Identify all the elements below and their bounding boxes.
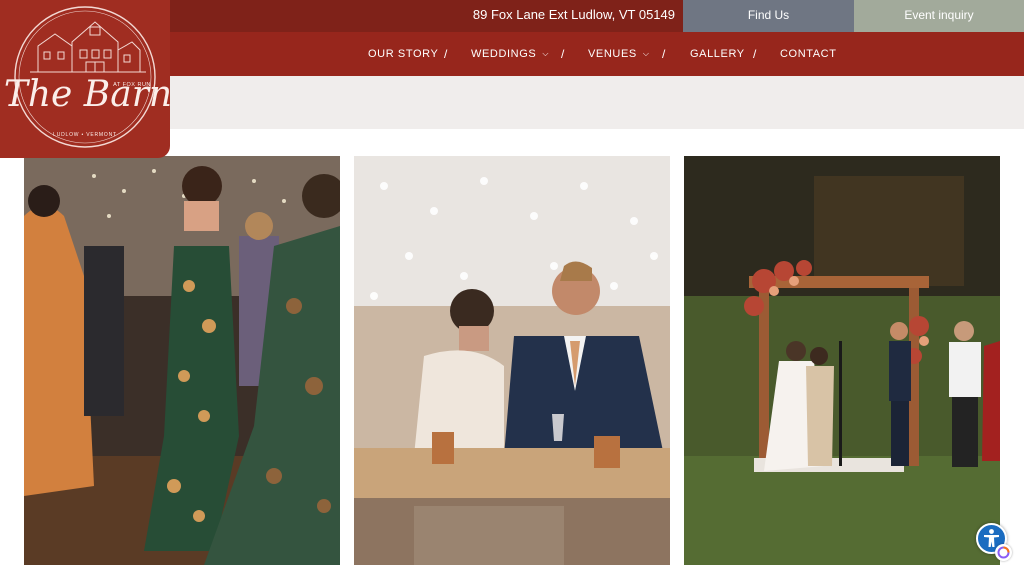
gallery-photo[interactable] (684, 156, 1000, 565)
chat-icon (997, 546, 1010, 559)
chevron-down-icon: ⌵ (642, 49, 650, 58)
nav-venues[interactable]: VENUES ⌵ (588, 32, 650, 76)
barn-logo-icon: The Barn AT FOX RUN LUDLOW • VERMONT (4, 6, 172, 148)
nav-venues-label: VENUES (588, 48, 637, 60)
event-inquiry-button[interactable]: Event inquiry (854, 0, 1024, 32)
gallery-photo[interactable] (24, 156, 340, 565)
address-text: 89 Fox Lane Ext Ludlow, VT 05149 (472, 7, 675, 22)
nav-gallery[interactable]: GALLERY (690, 32, 745, 76)
nav-separator: / (444, 47, 448, 61)
logo-location: LUDLOW • VERMONT (53, 132, 117, 138)
nav-weddings-label: WEDDINGS (471, 48, 537, 60)
photo-dancing-guests (24, 156, 340, 565)
chevron-down-icon: ⌵ (542, 49, 549, 58)
nav-contact[interactable]: CONTACT (780, 32, 837, 76)
photo-outdoor-ceremony (684, 156, 1000, 565)
nav-contact-label: CONTACT (780, 48, 837, 60)
nav-gallery-label: GALLERY (690, 48, 745, 60)
gallery-photo[interactable] (354, 156, 670, 565)
photo-couple-toast (354, 156, 670, 565)
nav-our-story-label: OUR STORY (368, 48, 439, 60)
widget-badge (995, 544, 1012, 561)
nav-our-story[interactable]: OUR STORY (368, 32, 438, 76)
nav-separator: / (561, 47, 565, 61)
nav-separator: / (753, 47, 757, 61)
logo-tagline: AT FOX RUN (113, 82, 151, 88)
nav-separator: / (662, 47, 666, 61)
nav-weddings[interactable]: WEDDINGS ⌵ (471, 32, 549, 76)
find-us-button[interactable]: Find Us (683, 0, 854, 32)
logo-wordmark: The Barn (4, 74, 170, 115)
site-logo[interactable]: The Barn AT FOX RUN LUDLOW • VERMONT (0, 0, 172, 158)
